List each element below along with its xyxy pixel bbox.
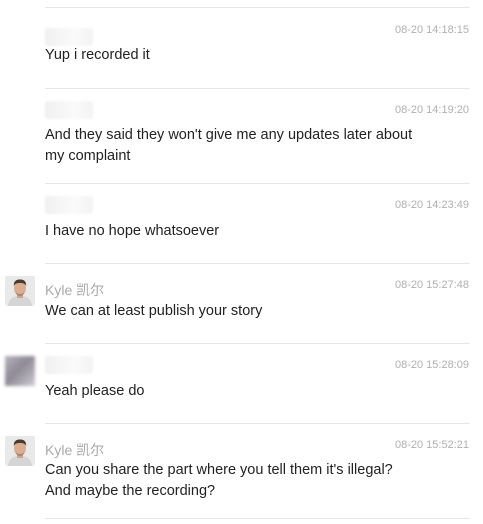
avatar[interactable] — [5, 436, 35, 466]
message-text-line: We can at least publish your story — [45, 303, 263, 319]
message-timestamp: 08-20 14:18:15 — [394, 24, 469, 36]
message-item[interactable]: 08-20 14:18:15 Yup i recorded it — [0, 8, 483, 88]
message-timestamp: 08-20 15:52:21 — [394, 439, 469, 451]
blurred-sender-name — [45, 196, 93, 214]
message-text-line: Yeah please do — [45, 383, 145, 399]
message-item[interactable]: Kyle 凯尔 08-20 15:27:48 We can at least p… — [0, 264, 483, 343]
avatar[interactable] — [5, 276, 35, 306]
message-text-line: And maybe the recording? — [45, 483, 216, 499]
message-text[interactable]: Yeah please do — [45, 381, 465, 402]
message-text-line: And they said they won't give me any upd… — [45, 127, 413, 143]
message-text-line: my complaint — [45, 148, 131, 164]
blurred-sender-name — [45, 101, 93, 119]
blurred-sender-name — [45, 28, 93, 46]
message-text[interactable]: And they said they won't give me any upd… — [45, 125, 465, 167]
message-timestamp: 08-20 14:23:49 — [394, 199, 469, 211]
sender-name: Kyle 凯尔 — [45, 282, 105, 298]
blurred-avatar — [5, 356, 35, 386]
message-timestamp: 08-20 15:27:48 — [394, 279, 469, 291]
message-text-line: I have no hope whatsoever — [45, 223, 220, 239]
blurred-sender-name — [45, 356, 93, 374]
sender-name: Kyle 凯尔 — [45, 442, 105, 458]
message-text[interactable]: I have no hope whatsoever — [45, 221, 465, 242]
message-item[interactable]: 08-20 15:28:09 Yeah please do — [0, 344, 483, 423]
message-text-line: Can you share the part where you tell th… — [45, 462, 393, 478]
chat-history: 08-20 14:18:15 Yup i recorded it 08-20 1… — [0, 0, 483, 524]
message-timestamp: 08-20 15:28:09 — [394, 359, 469, 371]
message-text[interactable]: We can at least publish your story — [45, 301, 465, 322]
message-timestamp: 08-20 14:19:20 — [394, 104, 469, 116]
message-item[interactable]: 08-20 14:23:49 I have no hope whatsoever — [0, 184, 483, 263]
message-text-line: Yup i recorded it — [45, 47, 150, 63]
message-text[interactable]: Yup i recorded it — [45, 45, 465, 66]
message-divider — [45, 518, 470, 519]
message-item[interactable]: 08-20 14:19:20 And they said they won't … — [0, 89, 483, 183]
message-item[interactable]: Kyle 凯尔 08-20 15:52:21 Can you share the… — [0, 424, 483, 518]
person-photo-icon — [5, 436, 35, 466]
person-photo-icon — [5, 276, 35, 306]
message-text[interactable]: Can you share the part where you tell th… — [45, 460, 465, 502]
